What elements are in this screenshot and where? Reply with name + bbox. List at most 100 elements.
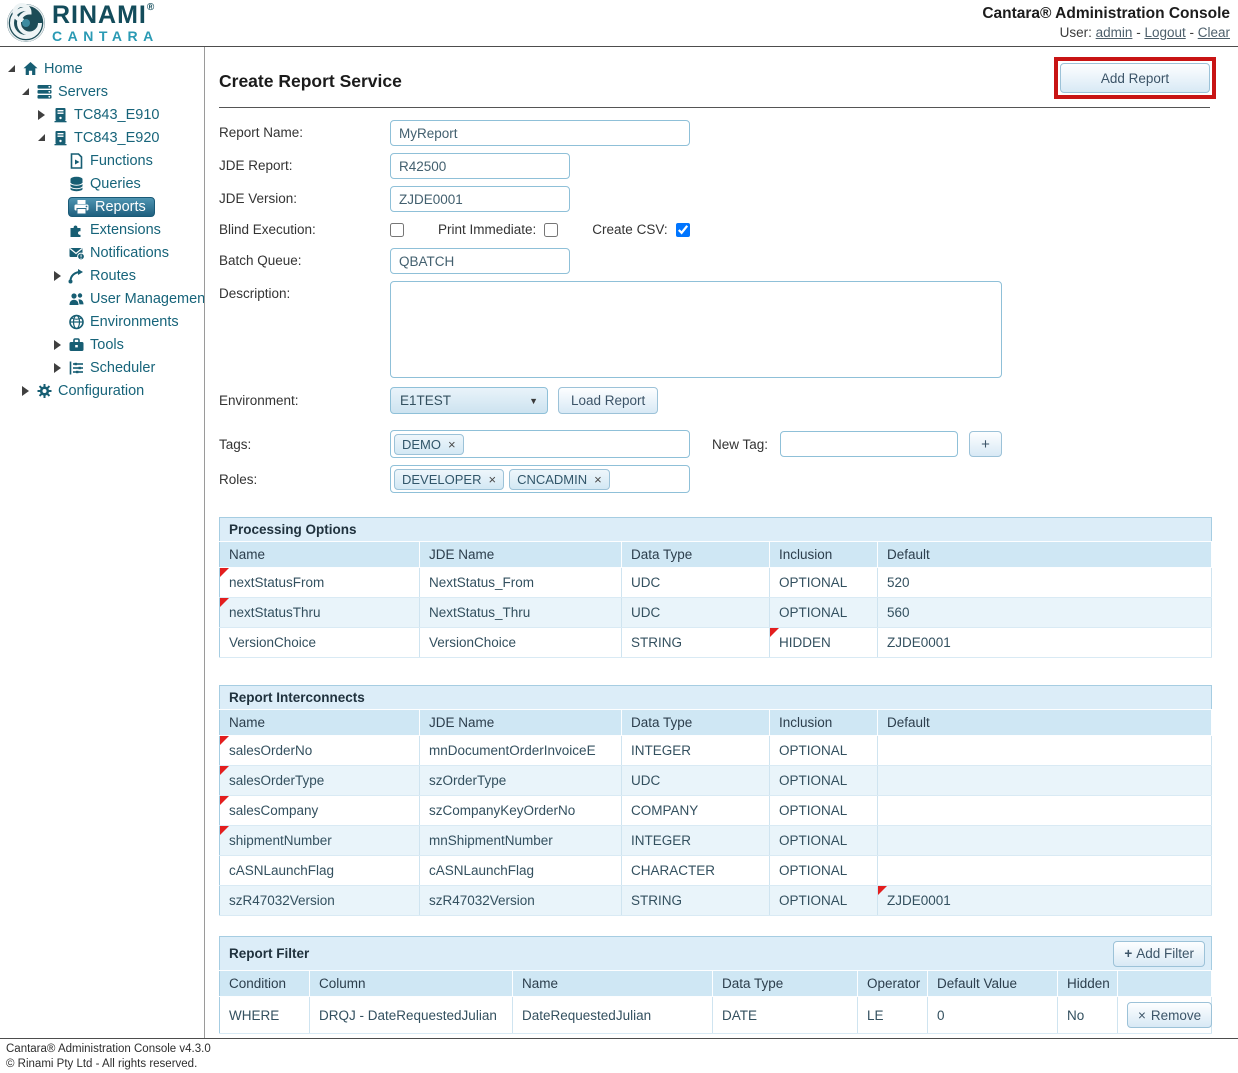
cell-default[interactable]: [878, 766, 1212, 796]
sidebar-item-scheduler[interactable]: Scheduler: [0, 356, 204, 379]
sidebar-item-routes[interactable]: Routes: [0, 264, 204, 287]
sidebar-item-tc843-e910[interactable]: TC843_E910: [0, 103, 204, 126]
table-row[interactable]: VersionChoice VersionChoice STRING HIDDE…: [220, 628, 1212, 658]
cell-inclusion[interactable]: OPTIONAL: [770, 766, 878, 796]
cell-jde-name[interactable]: szCompanyKeyOrderNo: [420, 796, 622, 826]
cell-data-type[interactable]: DATE: [713, 997, 858, 1034]
cell-default[interactable]: ZJDE0001: [878, 886, 1212, 916]
cell-default[interactable]: [878, 826, 1212, 856]
cell-data-type[interactable]: COMPANY: [622, 796, 770, 826]
jde-report-input[interactable]: [390, 153, 570, 179]
sidebar-item-servers[interactable]: Servers: [0, 80, 204, 103]
cell-name[interactable]: szR47032Version: [220, 886, 420, 916]
description-textarea[interactable]: [390, 281, 1002, 378]
cell-column[interactable]: DRQJ - DateRequestedJulian: [310, 997, 513, 1034]
cell-hidden[interactable]: No: [1058, 997, 1118, 1034]
sidebar-item-functions[interactable]: Functions: [0, 149, 204, 172]
cell-jde-name[interactable]: mnDocumentOrderInvoiceE: [420, 736, 622, 766]
table-row[interactable]: salesOrderType szOrderType UDC OPTIONAL: [220, 766, 1212, 796]
cell-jde-name[interactable]: szR47032Version: [420, 886, 622, 916]
cell-name[interactable]: nextStatusThru: [220, 598, 420, 628]
cell-jde-name[interactable]: szOrderType: [420, 766, 622, 796]
cell-data-type[interactable]: UDC: [622, 568, 770, 598]
cell-jde-name[interactable]: cASNLaunchFlag: [420, 856, 622, 886]
cell-data-type[interactable]: STRING: [622, 628, 770, 658]
table-row[interactable]: shipmentNumber mnShipmentNumber INTEGER …: [220, 826, 1212, 856]
cell-name[interactable]: DateRequestedJulian: [513, 997, 713, 1034]
expand-toggle-icon[interactable]: [22, 88, 36, 95]
table-row[interactable]: salesOrderNo mnDocumentOrderInvoiceE INT…: [220, 736, 1212, 766]
load-report-button[interactable]: Load Report: [558, 387, 658, 414]
cell-inclusion[interactable]: OPTIONAL: [770, 736, 878, 766]
expand-toggle-icon[interactable]: [54, 271, 68, 281]
cell-default[interactable]: 560: [878, 598, 1212, 628]
table-row[interactable]: nextStatusThru NextStatus_Thru UDC OPTIO…: [220, 598, 1212, 628]
expand-toggle-icon[interactable]: [38, 110, 52, 120]
expand-toggle-icon[interactable]: [54, 363, 68, 373]
remove-role-icon[interactable]: ×: [488, 472, 496, 487]
cell-default[interactable]: 520: [878, 568, 1212, 598]
cell-data-type[interactable]: INTEGER: [622, 736, 770, 766]
cell-condition[interactable]: WHERE: [220, 997, 310, 1034]
cell-operator[interactable]: LE: [858, 997, 928, 1034]
cell-inclusion[interactable]: OPTIONAL: [770, 826, 878, 856]
cell-data-type[interactable]: INTEGER: [622, 826, 770, 856]
add-filter-button[interactable]: +Add Filter: [1113, 941, 1205, 967]
new-tag-input[interactable]: [780, 431, 958, 457]
cell-jde-name[interactable]: NextStatus_Thru: [420, 598, 622, 628]
remove-role-icon[interactable]: ×: [594, 472, 602, 487]
blind-execution-checkbox[interactable]: [390, 223, 404, 237]
cell-data-type[interactable]: STRING: [622, 886, 770, 916]
add-report-button[interactable]: Add Report: [1060, 63, 1210, 93]
sidebar-item-reports[interactable]: Reports: [0, 195, 204, 218]
cell-data-type[interactable]: UDC: [622, 766, 770, 796]
expand-toggle-icon[interactable]: [38, 134, 52, 141]
expand-toggle-icon[interactable]: [8, 65, 22, 72]
cell-inclusion[interactable]: OPTIONAL: [770, 568, 878, 598]
table-row[interactable]: salesCompany szCompanyKeyOrderNo COMPANY…: [220, 796, 1212, 826]
sidebar-item-queries[interactable]: Queries: [0, 172, 204, 195]
print-immediate-checkbox[interactable]: [544, 223, 558, 237]
environment-select[interactable]: E1TEST ▼: [390, 387, 548, 414]
cell-inclusion[interactable]: OPTIONAL: [770, 886, 878, 916]
table-row[interactable]: nextStatusFrom NextStatus_From UDC OPTIO…: [220, 568, 1212, 598]
tags-chipbox[interactable]: DEMO ×: [390, 430, 690, 458]
logout-link[interactable]: Logout: [1144, 25, 1185, 40]
cell-name[interactable]: salesCompany: [220, 796, 420, 826]
sidebar-item-configuration[interactable]: Configuration: [0, 379, 204, 402]
jde-version-input[interactable]: [390, 186, 570, 212]
sidebar-item-user-management[interactable]: User Management: [0, 287, 204, 310]
cell-name[interactable]: salesOrderNo: [220, 736, 420, 766]
cell-name[interactable]: shipmentNumber: [220, 826, 420, 856]
cell-default[interactable]: [878, 736, 1212, 766]
cell-data-type[interactable]: UDC: [622, 598, 770, 628]
user-name-link[interactable]: admin: [1096, 25, 1133, 40]
cell-default-value[interactable]: 0: [928, 997, 1058, 1034]
sidebar-item-extensions[interactable]: Extensions: [0, 218, 204, 241]
table-row[interactable]: WHERE DRQJ - DateRequestedJulian DateReq…: [220, 997, 1212, 1034]
cell-name[interactable]: nextStatusFrom: [220, 568, 420, 598]
batch-queue-input[interactable]: [390, 248, 570, 274]
cell-inclusion[interactable]: OPTIONAL: [770, 598, 878, 628]
cell-jde-name[interactable]: VersionChoice: [420, 628, 622, 658]
sidebar-item-notifications[interactable]: Notifications: [0, 241, 204, 264]
cell-inclusion[interactable]: OPTIONAL: [770, 796, 878, 826]
cell-name[interactable]: cASNLaunchFlag: [220, 856, 420, 886]
sidebar-item-home[interactable]: Home: [0, 57, 204, 80]
sidebar-item-tools[interactable]: Tools: [0, 333, 204, 356]
add-tag-button[interactable]: +: [969, 431, 1002, 457]
cell-name[interactable]: VersionChoice: [220, 628, 420, 658]
table-row[interactable]: szR47032Version szR47032Version STRING O…: [220, 886, 1212, 916]
cell-default[interactable]: ZJDE0001: [878, 628, 1212, 658]
sidebar-item-tc843-e920[interactable]: TC843_E920: [0, 126, 204, 149]
table-row[interactable]: cASNLaunchFlag cASNLaunchFlag CHARACTER …: [220, 856, 1212, 886]
report-name-input[interactable]: [390, 120, 690, 146]
sidebar-item-environments[interactable]: Environments: [0, 310, 204, 333]
remove-filter-button[interactable]: ×Remove: [1127, 1002, 1212, 1028]
cell-inclusion[interactable]: OPTIONAL: [770, 856, 878, 886]
expand-toggle-icon[interactable]: [54, 340, 68, 350]
remove-tag-icon[interactable]: ×: [448, 437, 456, 452]
cell-jde-name[interactable]: mnShipmentNumber: [420, 826, 622, 856]
create-csv-checkbox[interactable]: [676, 223, 690, 237]
cell-jde-name[interactable]: NextStatus_From: [420, 568, 622, 598]
